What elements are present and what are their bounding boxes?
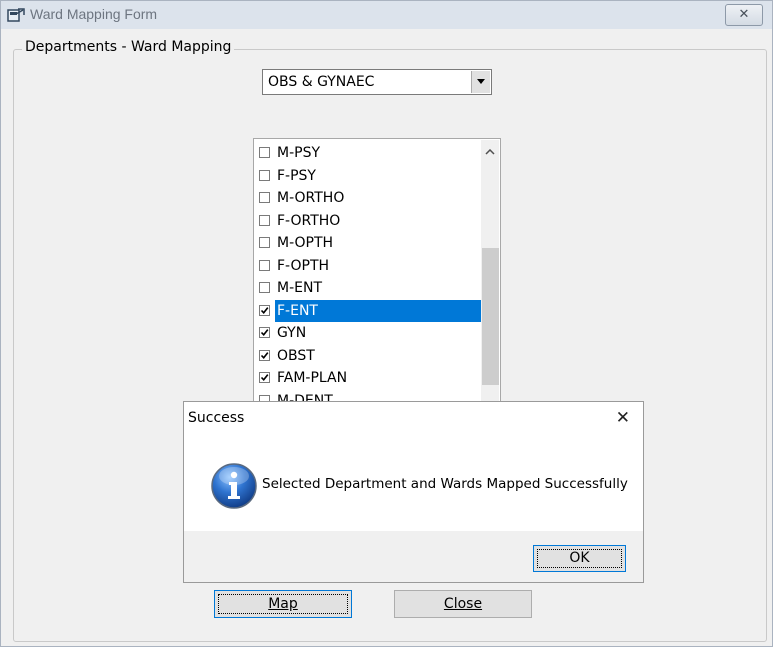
checkmark-icon bbox=[260, 374, 269, 382]
window-close-button[interactable]: ✕ bbox=[725, 4, 763, 26]
ward-item[interactable]: M-ENT bbox=[254, 277, 482, 300]
ward-item[interactable]: M-PSY bbox=[254, 142, 482, 165]
ward-checkbox[interactable] bbox=[259, 147, 270, 158]
ward-item[interactable]: F-OPTH bbox=[254, 255, 482, 278]
dialog-close-icon[interactable]: ✕ bbox=[616, 410, 630, 427]
chevron-down-icon bbox=[477, 79, 485, 84]
information-icon bbox=[211, 463, 257, 509]
dialog-message: Selected Department and Wards Mapped Suc… bbox=[262, 476, 628, 492]
ward-mapping-window: Ward Mapping Form ✕ Departments - Ward M… bbox=[0, 0, 773, 647]
close-icon: ✕ bbox=[738, 7, 750, 22]
ward-checkbox[interactable] bbox=[259, 282, 270, 293]
close-button[interactable]: Close bbox=[394, 590, 532, 618]
scroll-up-icon[interactable] bbox=[485, 149, 495, 155]
ward-item-label: F-OPTH bbox=[277, 257, 330, 274]
ward-checkbox[interactable] bbox=[259, 192, 270, 203]
ward-item-label: M-OPTH bbox=[277, 235, 334, 251]
ward-checkbox[interactable] bbox=[259, 237, 270, 248]
ward-item[interactable]: FAM-PLAN bbox=[254, 367, 482, 390]
ward-item[interactable]: M-ORTHO bbox=[254, 187, 482, 210]
department-select[interactable]: OBS & GYNAEC bbox=[262, 69, 492, 95]
vertical-scrollbar[interactable] bbox=[481, 140, 499, 411]
dialog-footer: OK bbox=[184, 531, 643, 582]
ward-item-label: GYN bbox=[277, 325, 307, 341]
group-label: Departments - Ward Mapping bbox=[22, 39, 235, 55]
ward-item-label: F-PSY bbox=[277, 167, 316, 184]
ward-item-label: OBST bbox=[277, 347, 315, 364]
map-button[interactable]: Map bbox=[214, 590, 352, 618]
ward-item-label: M-PSY bbox=[277, 145, 321, 161]
ward-item-label: FAM-PLAN bbox=[277, 370, 348, 386]
ward-checkbox[interactable] bbox=[259, 259, 270, 271]
success-dialog: Success ✕ Selected Department and Wards … bbox=[183, 401, 644, 583]
ward-checkbox[interactable] bbox=[259, 304, 270, 316]
ward-item[interactable]: OBST bbox=[254, 345, 482, 368]
ok-button[interactable]: OK bbox=[533, 545, 626, 572]
ward-checkbox[interactable] bbox=[259, 327, 270, 338]
ok-button-label: OK bbox=[569, 550, 590, 566]
ward-checkbox[interactable] bbox=[259, 372, 270, 383]
ward-item[interactable]: GYN bbox=[254, 322, 482, 345]
department-select-value: OBS & GYNAEC bbox=[268, 74, 375, 90]
ward-checkbox[interactable] bbox=[259, 349, 270, 361]
scrollbar-thumb[interactable] bbox=[482, 248, 499, 385]
ward-item[interactable]: F-ORTHO bbox=[254, 210, 482, 233]
ward-item-label: F-ORTHO bbox=[277, 212, 341, 229]
ward-item-label: M-ENT bbox=[277, 280, 323, 296]
ward-checkbox[interactable] bbox=[259, 169, 270, 181]
ward-checklist[interactable]: M-PSY F-PSY M-ORTHO F-ORTHO M-OPTH F-OPTH M-EN… bbox=[253, 138, 501, 413]
ward-checkbox[interactable] bbox=[259, 214, 270, 226]
checkmark-icon bbox=[260, 351, 269, 359]
ward-item-label: F-ENT bbox=[275, 299, 482, 322]
app-icon bbox=[7, 8, 25, 22]
map-button-label: Map bbox=[268, 596, 298, 612]
ward-item[interactable]: F-ENT bbox=[254, 299, 482, 323]
checkmark-icon bbox=[260, 329, 269, 337]
dialog-title: Success bbox=[188, 410, 245, 426]
title-bar: Ward Mapping Form ✕ bbox=[1, 1, 772, 29]
window-title: Ward Mapping Form bbox=[30, 6, 158, 22]
close-button-label: Close bbox=[443, 596, 483, 612]
ward-item[interactable]: M-OPTH bbox=[254, 232, 482, 255]
dropdown-button[interactable] bbox=[471, 71, 490, 93]
ward-items: M-PSY F-PSY M-ORTHO F-ORTHO M-OPTH F-OPTH M-EN… bbox=[254, 142, 482, 412]
ward-item[interactable]: F-PSY bbox=[254, 165, 482, 188]
ward-item-label: M-ORTHO bbox=[277, 190, 345, 206]
checkmark-icon bbox=[260, 306, 269, 314]
